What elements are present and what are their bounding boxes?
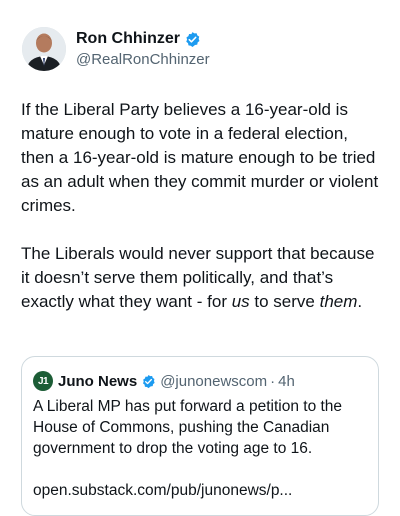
- paragraph-2-emphasis-them: them: [319, 292, 358, 311]
- quoted-timestamp[interactable]: 4h: [278, 373, 295, 390]
- quoted-tweet-body: A Liberal MP has put forward a petition …: [33, 396, 368, 501]
- avatar-image: [22, 27, 66, 71]
- quoted-tweet[interactable]: J1 Juno News @junonewscom · 4h A Liberal…: [21, 356, 379, 516]
- verified-badge-icon: [186, 31, 200, 47]
- paragraph-2-part-3: .: [357, 292, 363, 311]
- quoted-verified-badge-icon: [143, 374, 155, 388]
- tweet-header: Ron Chhinzer @RealRonChhinzer: [22, 27, 210, 71]
- quoted-separator: ·: [270, 372, 276, 390]
- quoted-tweet-header: J1 Juno News @junonewscom · 4h: [33, 371, 295, 391]
- quoted-text: A Liberal MP has put forward a petition …: [33, 398, 343, 457]
- tweet-body: If the Liberal Party believes a 16-year-…: [21, 98, 383, 314]
- paragraph-2-emphasis-us: us: [231, 292, 250, 311]
- juno-news-logo[interactable]: J1: [33, 371, 53, 391]
- avatar[interactable]: [22, 27, 66, 71]
- tweet-paragraph-1: If the Liberal Party believes a 16-year-…: [21, 100, 379, 215]
- author-names: Ron Chhinzer @RealRonChhinzer: [76, 29, 210, 68]
- tweet-card: Ron Chhinzer @RealRonChhinzer If the Lib…: [0, 0, 400, 516]
- author-handle[interactable]: @RealRonChhinzer: [76, 51, 210, 68]
- quoted-link[interactable]: open.substack.com/pub/junonews/p...: [33, 480, 368, 501]
- quoted-display-name[interactable]: Juno News: [58, 373, 137, 390]
- paragraph-2-part-2: to serve: [249, 292, 320, 311]
- tweet-paragraph-2: The Liberals would never support that be…: [21, 242, 383, 314]
- quoted-handle[interactable]: @junonewscom: [160, 373, 267, 390]
- author-display-name[interactable]: Ron Chhinzer: [76, 30, 180, 48]
